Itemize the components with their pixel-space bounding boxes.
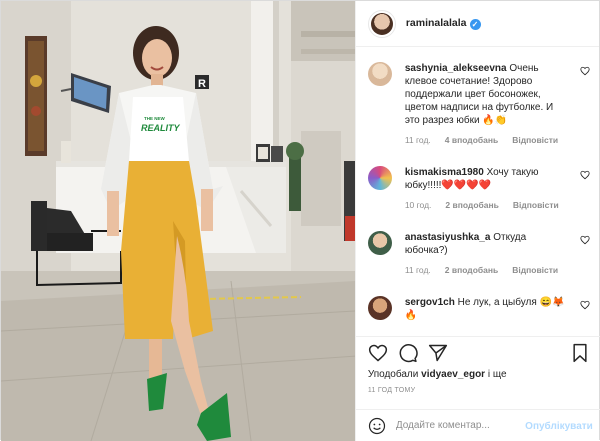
post-time[interactable]: 11 ГОД ТОМУ [368,387,416,394]
comment-username[interactable]: anastasiyushka_a [405,232,491,243]
comment-icon[interactable] [398,343,418,363]
post-photo[interactable]: R THE NEW REALITY [1,1,355,441]
divider [355,336,600,337]
comment-username[interactable]: sergov1ch [405,297,455,308]
reply-button[interactable]: Відповісти [512,134,558,147]
comment-likes[interactable]: 2 вподобань [445,264,498,277]
comment-item: kismakisma1980 Хочу такую юбку!!!!!❤️❤️❤… [367,166,590,212]
comment-body: kismakisma1980 Хочу такую юбку!!!!!❤️❤️❤… [405,166,570,212]
heart-icon[interactable] [580,300,590,310]
comment-item: sashynia_alekseevna Очень клевое сочетан… [367,62,590,147]
comment-username[interactable]: sashynia_alekseevna [405,63,507,74]
sign-letter: R [198,78,206,90]
heart-icon[interactable] [580,66,590,76]
liked-user[interactable]: vidyaev_egor [421,369,485,380]
heart-icon[interactable] [368,343,388,363]
comment-username[interactable]: kismakisma1980 [405,167,484,178]
liked-by: Уподобали vidyaev_egor і ще [368,369,507,380]
avatar [367,231,392,255]
liked-prefix: Уподобали [367,369,419,380]
reply-button[interactable]: Відповісти [512,264,558,277]
heart-icon[interactable] [580,170,590,180]
tshirt-text-top: THE NEW [144,116,166,121]
comments-list[interactable]: sashynia_alekseevna Очень клевое сочетан… [356,48,600,336]
comment-likes[interactable]: 4 вподобань [445,134,498,147]
instagram-post: R THE NEW REALITY raminalalala ✓ sashyni… [0,0,600,441]
avatar [367,62,392,86]
reply-button[interactable]: Відповісти [513,199,559,212]
author-username[interactable]: raminalalala ✓ [406,17,481,30]
heart-icon[interactable] [580,235,590,245]
bookmark-icon[interactable] [570,343,590,363]
verified-icon: ✓ [469,19,481,30]
commenter-avatar[interactable] [367,62,392,86]
emoji-icon[interactable] [368,417,386,435]
comment-age[interactable]: 10 год. [405,199,432,212]
comment-body: sergov1ch Не лук, а цыбуля 😄🦊🔥 [405,296,570,322]
commenter-avatar[interactable] [367,231,392,255]
comment-likes[interactable]: 2 вподобань [445,199,498,212]
commenter-avatar[interactable] [367,166,392,190]
add-comment-bar: Опублікувати [355,409,600,441]
comment-age[interactable]: 11 год. [405,134,431,147]
comment-item: anastasiyushka_a Откуда юбочка?) 11 год.… [367,231,590,277]
post-header: raminalalala ✓ [355,1,599,47]
comment-body: anastasiyushka_a Откуда юбочка?) 11 год.… [405,231,570,277]
avatar [370,12,393,35]
comment-meta: 11 год. 4 вподобань Відповісти [405,134,570,147]
share-icon[interactable] [428,343,448,363]
commenter-avatar[interactable] [367,296,392,320]
liked-suffix[interactable]: і ще [488,369,507,380]
comment-input[interactable] [395,420,526,431]
author-avatar[interactable] [367,9,396,38]
comment-meta: 11 год. 2 вподобань Відповісти [405,264,570,277]
photo-illustration: R THE NEW REALITY [1,1,355,441]
comment-age[interactable]: 11 год. [405,264,431,277]
publish-button[interactable]: Опублікувати [525,421,593,432]
post-side-panel: raminalalala ✓ sashynia_alekseevna Очень … [354,1,600,441]
author-username-text[interactable]: raminalalala [406,17,467,29]
comment-body: sashynia_alekseevna Очень клевое сочетан… [405,62,570,147]
tshirt-text-main: REALITY [141,123,180,133]
avatar [367,296,392,320]
comment-meta: 10 год. 2 вподобань Відповісти [405,199,570,212]
comment-item: sergov1ch Не лук, а цыбуля 😄🦊🔥 [367,296,590,322]
avatar [367,166,392,190]
post-actions [368,343,590,365]
